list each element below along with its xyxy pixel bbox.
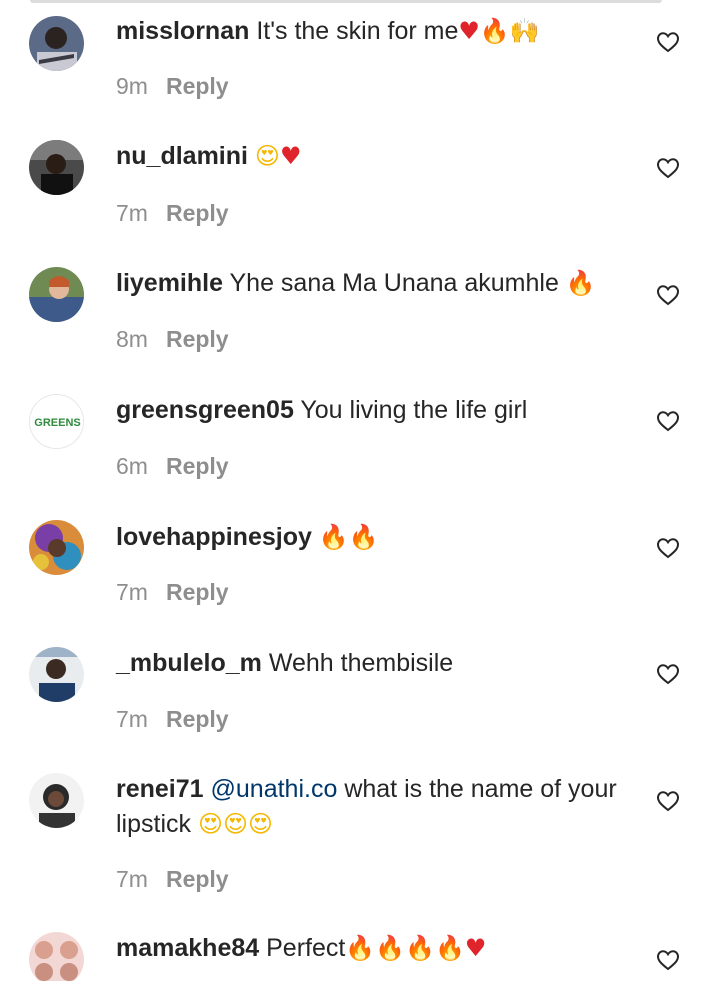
- like-heart-icon[interactable]: [656, 156, 680, 180]
- reply-button[interactable]: Reply: [166, 866, 229, 892]
- like-heart-icon[interactable]: [656, 283, 680, 307]
- reply-button[interactable]: Reply: [166, 200, 229, 226]
- comment-text: misslornan It's the skin for me♥🔥🙌: [116, 14, 636, 49]
- avatar[interactable]: [29, 932, 84, 981]
- comment-username[interactable]: misslornan: [116, 17, 249, 45]
- avatar[interactable]: [29, 520, 84, 575]
- comment-username[interactable]: nu_dlamini: [116, 142, 248, 170]
- reply-button[interactable]: Reply: [166, 579, 229, 605]
- fire-emoji: 🔥: [434, 934, 465, 962]
- heart-emoji: ♥: [458, 17, 480, 45]
- comment-text: greensgreen05 You living the life girl: [116, 393, 636, 428]
- comment-meta: 7m Reply: [116, 578, 229, 606]
- comment-text: renei71 @unathi.co what is the name of y…: [116, 772, 636, 842]
- comment-text: mamakhe84 Perfect🔥🔥🔥🔥♥: [116, 931, 636, 966]
- reply-button[interactable]: Reply: [166, 73, 229, 99]
- fire-emoji: 🔥: [565, 269, 596, 297]
- comment-username[interactable]: _mbulelo_m: [116, 649, 262, 677]
- comment-text: nu_dlamini 😍♥: [116, 139, 636, 174]
- reply-button[interactable]: Reply: [166, 706, 229, 732]
- heart-emoji: ♥: [464, 934, 487, 962]
- like-heart-icon[interactable]: [656, 536, 680, 560]
- comment-body: It's the skin for me: [256, 17, 459, 45]
- comment-body: Wehh thembisile: [268, 649, 454, 677]
- fire-emoji: 🔥: [348, 523, 379, 551]
- avatar[interactable]: [29, 773, 84, 828]
- comment-meta: 6m Reply: [116, 452, 229, 480]
- divider: [30, 0, 662, 3]
- heart-emoji: ♥: [279, 142, 302, 170]
- comment-text: lovehappinesjoy 🔥🔥: [116, 520, 636, 555]
- fire-emoji: 🔥: [318, 523, 349, 551]
- like-heart-icon[interactable]: [656, 948, 680, 972]
- comment-username[interactable]: lovehappinesjoy: [116, 523, 312, 551]
- fire-emoji: 🔥: [345, 934, 376, 962]
- fire-emoji: 🔥: [375, 934, 406, 962]
- heart-eyes-emoji: 😍: [254, 142, 280, 170]
- comment-time: 7m: [116, 866, 148, 892]
- comment-time: 7m: [116, 579, 148, 605]
- heart-eyes-emoji: 😍: [223, 810, 249, 838]
- top-scroll-edge: [0, 0, 720, 6]
- avatar-brand-label: GREENS: [34, 417, 80, 429]
- like-heart-icon[interactable]: [656, 662, 680, 686]
- heart-eyes-emoji: 😍: [197, 810, 223, 838]
- comment-meta: 7m Reply: [116, 199, 229, 227]
- comment-username[interactable]: liyemihle: [116, 269, 223, 297]
- comment-body: Yhe sana Ma Unana akumhle: [229, 269, 559, 297]
- like-heart-icon[interactable]: [656, 789, 680, 813]
- comment-body: Perfect: [266, 934, 346, 962]
- avatar[interactable]: [29, 16, 84, 71]
- like-heart-icon[interactable]: [656, 409, 680, 433]
- like-heart-icon[interactable]: [656, 30, 680, 54]
- comment-meta: 8m Reply: [116, 325, 229, 353]
- fire-emoji: 🔥: [405, 934, 435, 962]
- avatar[interactable]: [29, 647, 84, 702]
- comment-text: liyemihle Yhe sana Ma Unana akumhle 🔥: [116, 266, 636, 301]
- comment-meta: 9m Reply: [116, 72, 229, 100]
- comment-username[interactable]: mamakhe84: [116, 934, 259, 962]
- comment-time: 6m: [116, 453, 148, 479]
- comment-time: 7m: [116, 200, 148, 226]
- comment-time: 8m: [116, 326, 148, 352]
- comment-username[interactable]: renei71: [116, 775, 204, 803]
- fire-emoji: 🔥: [479, 17, 510, 45]
- comment-body: You living the life girl: [300, 396, 528, 424]
- reply-button[interactable]: Reply: [166, 453, 229, 479]
- avatar[interactable]: [29, 267, 84, 322]
- heart-eyes-emoji: 😍: [248, 810, 274, 838]
- comment-meta: 7m Reply: [116, 705, 229, 733]
- comment-meta: 7m Reply: [116, 865, 229, 893]
- comment-text: _mbulelo_m Wehh thembisile: [116, 646, 636, 681]
- comment-username[interactable]: greensgreen05: [116, 396, 294, 424]
- avatar[interactable]: [29, 140, 84, 195]
- comment-time: 7m: [116, 706, 148, 732]
- comment-time: 9m: [116, 73, 148, 99]
- raised-hands-emoji: 🙌: [509, 17, 540, 45]
- reply-button[interactable]: Reply: [166, 326, 229, 352]
- avatar[interactable]: GREENS: [29, 394, 84, 449]
- mention-link[interactable]: @unathi.co: [211, 775, 338, 803]
